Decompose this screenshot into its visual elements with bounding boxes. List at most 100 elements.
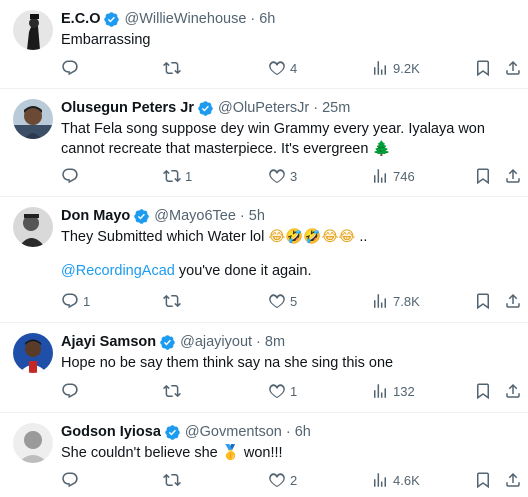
- reply-icon: [62, 60, 78, 76]
- reply-icon: [62, 472, 78, 488]
- tweet-actions: 1 3 746: [0, 166, 528, 186]
- like-button[interactable]: 1: [268, 381, 297, 401]
- display-name[interactable]: E.C.O: [61, 11, 100, 27]
- share-button[interactable]: [504, 166, 522, 186]
- handle[interactable]: @OluPetersJr: [218, 100, 309, 116]
- display-name[interactable]: Godson Iyiosa: [61, 424, 161, 440]
- bookmark-icon: [477, 383, 489, 400]
- tweet[interactable]: Olusegun Peters Jr @OluPetersJr · 25m Th…: [0, 89, 528, 197]
- share-button[interactable]: [504, 58, 522, 78]
- view-count: 4.6K: [393, 472, 420, 488]
- timestamp[interactable]: 5h: [249, 208, 265, 224]
- tree-emoji: 🌲: [372, 141, 391, 157]
- bookmark-icon: [477, 168, 489, 185]
- tweet-actions: 2 4.6K: [0, 470, 528, 490]
- display-name[interactable]: Ajayi Samson: [61, 334, 156, 350]
- like-button[interactable]: 3: [268, 166, 297, 186]
- bookmark-button[interactable]: [474, 166, 492, 186]
- verified-badge-icon: [133, 208, 150, 225]
- verified-badge-icon: [164, 424, 181, 441]
- heart-icon: [269, 473, 285, 488]
- tweet-text: Embarrassing: [61, 30, 516, 50]
- tweet-text-body: Embarrassing: [61, 32, 151, 48]
- tweet-text-suffix: ..: [359, 229, 368, 245]
- handle[interactable]: @ajayiyout: [180, 334, 252, 350]
- share-icon: [506, 472, 520, 487]
- tweet-text-suffix: won!!!: [243, 445, 283, 461]
- share-icon: [506, 383, 520, 398]
- share-button[interactable]: [504, 470, 522, 490]
- handle[interactable]: @Mayo6Tee: [154, 208, 236, 224]
- bookmark-button[interactable]: [474, 291, 492, 311]
- bookmark-button[interactable]: [474, 470, 492, 490]
- avatar[interactable]: [13, 423, 53, 463]
- retweet-icon: [163, 61, 181, 75]
- like-button[interactable]: 4: [268, 58, 297, 78]
- tweet-actions: 1 5 7.8K: [0, 291, 528, 311]
- retweet-count: 1: [185, 168, 193, 184]
- reply-button[interactable]: 1: [61, 291, 90, 311]
- view-count: 132: [393, 383, 415, 399]
- like-button[interactable]: 2: [268, 470, 297, 490]
- avatar[interactable]: [13, 207, 53, 247]
- views-button[interactable]: 746: [371, 166, 415, 186]
- retweet-button[interactable]: [163, 470, 185, 490]
- like-count: 3: [290, 168, 298, 184]
- retweet-icon: [163, 384, 181, 398]
- avatar[interactable]: [13, 333, 53, 373]
- reply-button[interactable]: [61, 58, 83, 78]
- avatar[interactable]: [13, 99, 53, 139]
- retweet-button[interactable]: [163, 381, 185, 401]
- like-count: 2: [290, 472, 298, 488]
- separator: ·: [250, 11, 256, 27]
- display-name[interactable]: Don Mayo: [61, 208, 130, 224]
- tweet-text-body: That Fela song suppose dey win Grammy ev…: [61, 121, 485, 157]
- view-count: 9.2K: [393, 60, 420, 76]
- reply-button[interactable]: [61, 166, 83, 186]
- like-count: 4: [290, 60, 298, 76]
- tweet[interactable]: Godson Iyiosa @Govmentson · 6h She could…: [0, 413, 528, 497]
- like-button[interactable]: 5: [268, 291, 297, 311]
- gold-medal-emoji: 🥇: [221, 445, 240, 461]
- timestamp[interactable]: 6h: [259, 11, 275, 27]
- retweet-button[interactable]: 1: [163, 166, 192, 186]
- mention-link[interactable]: @RecordingAcad: [61, 263, 175, 279]
- timestamp[interactable]: 8m: [265, 334, 285, 350]
- bookmark-button[interactable]: [474, 58, 492, 78]
- separator: ·: [239, 208, 245, 224]
- handle[interactable]: @Govmentson: [185, 424, 282, 440]
- share-button[interactable]: [504, 381, 522, 401]
- views-chart-icon: [374, 294, 386, 308]
- views-button[interactable]: 132: [371, 381, 415, 401]
- tweet[interactable]: Don Mayo @Mayo6Tee · 5h They Submitted w…: [0, 197, 528, 323]
- tweet[interactable]: E.C.O @WillieWinehouse · 6h Embarrassing…: [0, 0, 528, 89]
- reply-button[interactable]: [61, 470, 83, 490]
- share-button[interactable]: [504, 291, 522, 311]
- timestamp[interactable]: 25m: [322, 100, 350, 116]
- separator: ·: [256, 334, 261, 350]
- tweet[interactable]: Ajayi Samson @ajayiyout · 8m Hope no be …: [0, 323, 528, 413]
- views-button[interactable]: 4.6K: [371, 470, 420, 490]
- views-button[interactable]: 9.2K: [371, 58, 420, 78]
- avatar[interactable]: [13, 10, 53, 50]
- tweet-text: She couldn't believe she 🥇 won!!!: [61, 443, 516, 463]
- views-button[interactable]: 7.8K: [371, 291, 420, 311]
- reply-button[interactable]: [61, 381, 83, 401]
- view-count: 7.8K: [393, 293, 420, 309]
- bookmark-icon: [477, 472, 489, 489]
- retweet-button[interactable]: [163, 58, 185, 78]
- verified-badge-icon: [197, 100, 214, 117]
- views-chart-icon: [374, 169, 386, 183]
- handle[interactable]: @WillieWinehouse: [124, 11, 246, 27]
- tweet-text-line2: @RecordingAcad you've done it again.: [61, 261, 516, 281]
- timestamp[interactable]: 6h: [295, 424, 311, 440]
- display-name[interactable]: Olusegun Peters Jr: [61, 100, 194, 116]
- retweet-button[interactable]: [163, 291, 185, 311]
- separator: ·: [313, 100, 319, 116]
- retweet-icon: [163, 169, 181, 183]
- reply-icon: [62, 383, 78, 399]
- bookmark-button[interactable]: [474, 381, 492, 401]
- tweet-actions: 4 9.2K: [0, 58, 528, 78]
- tweet-text-body: They Submitted which Water lol: [61, 229, 265, 245]
- share-icon: [506, 60, 520, 75]
